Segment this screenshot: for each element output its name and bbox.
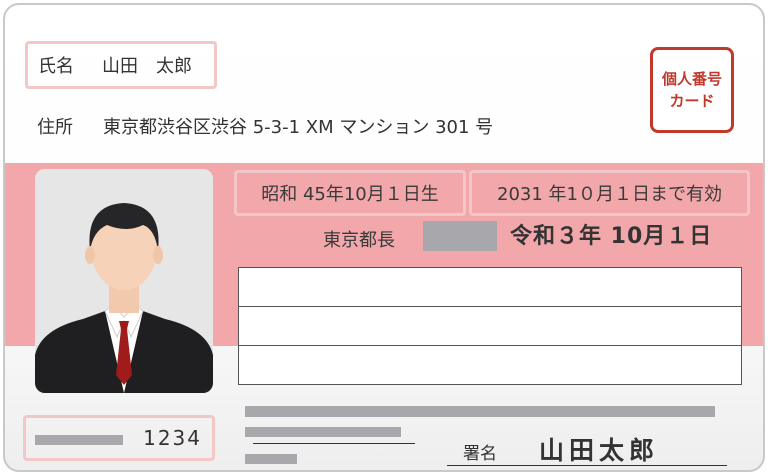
notes-field — [238, 267, 742, 385]
my-number-stamp: 個人番号 カード — [650, 47, 734, 133]
expiry-date-box: 2031 年1０月１日まで有効 — [469, 170, 750, 216]
redacted-bar — [245, 427, 401, 437]
issuer-label: 東京都長 — [323, 230, 395, 251]
birth-date-box: 昭和 45年10月１日生 — [234, 170, 466, 216]
underline — [253, 443, 415, 444]
name-value: 山田 太郎 — [102, 56, 192, 77]
stamp-line-2: カード — [669, 92, 715, 110]
signature-underline — [447, 465, 727, 466]
card-number-redaction — [35, 435, 123, 445]
name-label: 氏名 — [38, 56, 74, 77]
name-box: 氏名 山田 太郎 — [25, 41, 217, 89]
redacted-bar — [245, 454, 297, 464]
portrait-man-icon — [35, 169, 213, 393]
signature-label: 署名 — [463, 444, 497, 464]
birth-date: 昭和 45年10月１日生 — [261, 184, 439, 205]
notes-line — [239, 268, 741, 307]
portrait-photo — [35, 169, 213, 393]
redacted-bar — [245, 406, 715, 417]
address-row: 住所 東京都渋谷区渋谷 5-3-1 XM マンション 301 号 — [37, 113, 493, 139]
expiry-date: 2031 年1０月１日まで有効 — [497, 184, 722, 205]
issuer-seal-redaction — [423, 221, 497, 251]
notes-line — [239, 346, 741, 385]
address-label: 住所 — [37, 117, 73, 138]
notes-line — [239, 307, 741, 346]
address-value: 東京都渋谷区渋谷 5-3-1 XM マンション 301 号 — [103, 117, 494, 138]
signature-value: 山田太郎 — [539, 436, 660, 465]
issue-date: 令和３年 10月１日 — [510, 224, 713, 249]
id-card: 氏名 山田 太郎 住所 東京都渋谷区渋谷 5-3-1 XM マンション 301 … — [3, 3, 765, 472]
card-number: 1234 — [143, 426, 202, 450]
stamp-line-1: 個人番号 — [661, 70, 722, 88]
